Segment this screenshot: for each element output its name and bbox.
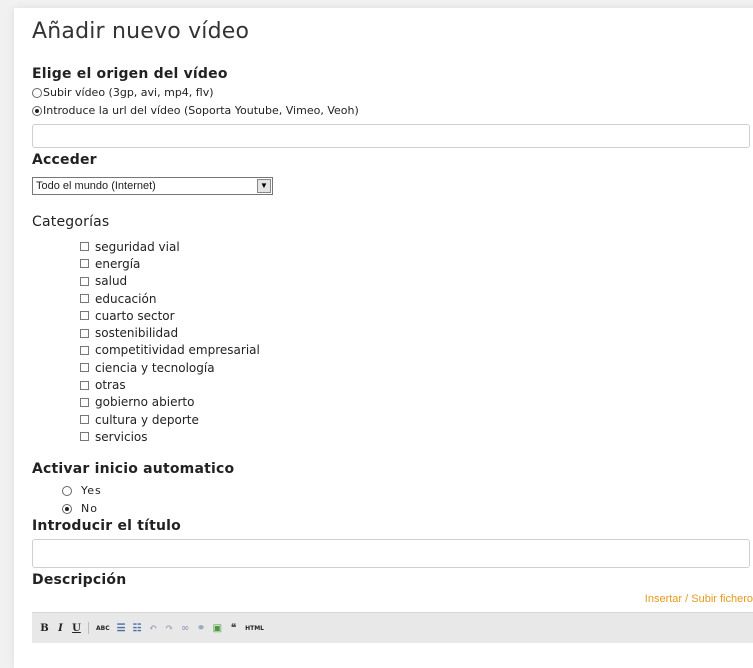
category-label: otras: [95, 378, 126, 393]
editor-toolbar: B I U ABC ☰ ☷ ↶ ↷ ∞ ⚭ ▣ ❝ HTML: [32, 612, 753, 643]
upload-option[interactable]: Subir vídeo (3gp, avi, mp4, flv): [32, 86, 214, 99]
category-item[interactable]: educación: [80, 290, 260, 307]
category-item[interactable]: otras: [80, 376, 260, 393]
autoplay-heading: Activar inicio automatico: [32, 461, 235, 477]
category-item[interactable]: salud: [80, 273, 260, 290]
category-item[interactable]: gobierno abierto: [80, 394, 260, 411]
category-label: salud: [95, 274, 128, 289]
bulleted-list-icon[interactable]: ☰: [117, 623, 126, 634]
bold-button[interactable]: B: [40, 623, 49, 634]
category-item[interactable]: seguridad vial: [80, 238, 260, 255]
category-item[interactable]: cuarto sector: [80, 307, 260, 324]
category-checkbox[interactable]: [80, 415, 89, 425]
title-input[interactable]: [32, 539, 750, 568]
dropdown-arrow-icon[interactable]: ▼: [257, 179, 271, 193]
autoplay-yes-label: Yes: [81, 484, 102, 497]
category-label: cuarto sector: [95, 308, 175, 323]
categories-heading: Categorías: [32, 214, 110, 230]
autoplay-no-label: No: [81, 502, 98, 515]
category-label: educación: [95, 291, 157, 306]
italic-button[interactable]: I: [56, 623, 65, 634]
upload-radio[interactable]: [32, 87, 42, 98]
source-heading: Elige el origen del vídeo: [32, 66, 228, 82]
url-radio[interactable]: [32, 105, 42, 116]
category-label: seguridad vial: [95, 239, 180, 254]
numbered-list-icon[interactable]: ☷: [133, 623, 142, 634]
category-checkbox[interactable]: [80, 363, 89, 373]
category-checkbox[interactable]: [80, 294, 89, 304]
category-checkbox[interactable]: [80, 328, 89, 338]
upload-option-label: Subir vídeo (3gp, avi, mp4, flv): [43, 86, 214, 99]
category-label: servicios: [95, 429, 148, 444]
spellcheck-icon[interactable]: ABC: [96, 625, 110, 632]
category-item[interactable]: sostenibilidad: [80, 324, 260, 341]
underline-button[interactable]: U: [72, 623, 81, 634]
access-select[interactable]: Todo el mundo (Internet) ▼: [32, 177, 273, 195]
category-item[interactable]: ciencia y tecnología: [80, 359, 260, 376]
category-label: ciencia y tecnología: [95, 360, 215, 375]
title-heading: Introducir el título: [32, 518, 181, 534]
category-label: competitividad empresarial: [95, 343, 260, 358]
category-checkbox[interactable]: [80, 276, 89, 286]
page-title: Añadir nuevo vídeo: [32, 19, 250, 44]
category-item[interactable]: cultura y deporte: [80, 411, 260, 428]
url-input[interactable]: [32, 124, 750, 148]
category-label: gobierno abierto: [95, 395, 195, 410]
upload-file-link[interactable]: Insertar / Subir fichero: [645, 593, 753, 605]
undo-icon[interactable]: ↶: [149, 623, 158, 634]
category-label: energía: [95, 256, 141, 271]
autoplay-yes-option[interactable]: Yes: [62, 484, 102, 497]
description-heading: Descripción: [32, 572, 127, 588]
toolbar-divider: [88, 622, 89, 634]
html-button[interactable]: HTML: [245, 625, 264, 632]
autoplay-yes-radio[interactable]: [62, 485, 72, 496]
category-checkbox[interactable]: [80, 380, 89, 390]
url-option[interactable]: Introduce la url del vídeo (Soporta Yout…: [32, 104, 359, 117]
url-option-label: Introduce la url del vídeo (Soporta Yout…: [43, 104, 359, 117]
category-item[interactable]: competitividad empresarial: [80, 342, 260, 359]
category-item[interactable]: servicios: [80, 428, 260, 445]
category-label: sostenibilidad: [95, 326, 179, 341]
access-selected-value: Todo el mundo (Internet): [36, 180, 156, 192]
quote-icon[interactable]: ❝: [229, 623, 238, 634]
category-item[interactable]: energía: [80, 255, 260, 272]
category-checkbox[interactable]: [80, 432, 89, 442]
autoplay-no-option[interactable]: No: [62, 502, 98, 515]
category-checkbox[interactable]: [80, 311, 89, 321]
unlink-icon[interactable]: ⚭: [197, 623, 206, 634]
link-icon[interactable]: ∞: [181, 623, 190, 634]
categories-list: seguridad vial energía salud educación c…: [80, 238, 260, 446]
category-checkbox[interactable]: [80, 242, 89, 252]
category-label: cultura y deporte: [95, 412, 199, 427]
access-heading: Acceder: [32, 152, 97, 168]
category-checkbox[interactable]: [80, 397, 89, 407]
autoplay-no-radio[interactable]: [62, 503, 72, 514]
category-checkbox[interactable]: [80, 259, 89, 269]
category-checkbox[interactable]: [80, 345, 89, 355]
redo-icon[interactable]: ↷: [165, 623, 174, 634]
image-icon[interactable]: ▣: [213, 623, 222, 634]
